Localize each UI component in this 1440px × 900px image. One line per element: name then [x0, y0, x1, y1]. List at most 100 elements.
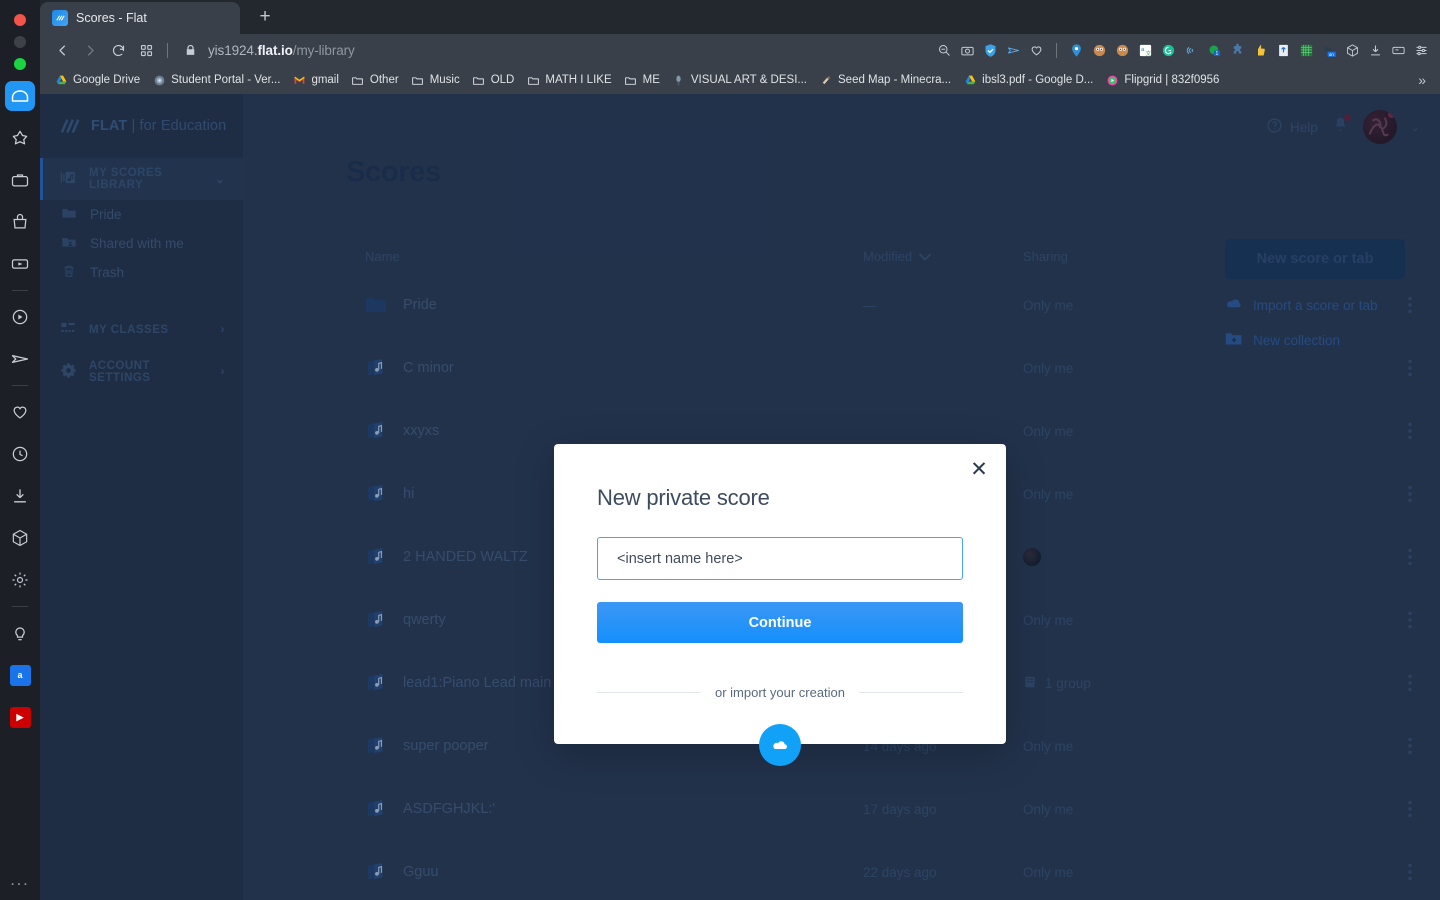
notifications-button[interactable] — [1332, 115, 1349, 139]
kebab-menu-icon[interactable] — [1380, 485, 1440, 503]
avatar-2-icon[interactable] — [1112, 40, 1133, 61]
column-header-name[interactable]: Name — [346, 249, 863, 264]
cube-icon[interactable] — [5, 523, 35, 553]
home-icon[interactable] — [5, 81, 35, 111]
send-icon[interactable] — [5, 344, 35, 374]
close-icon[interactable]: ✕ — [966, 456, 992, 482]
grammarly-icon[interactable] — [1158, 40, 1179, 61]
download-icon[interactable] — [5, 481, 35, 511]
briefcase-icon[interactable] — [5, 165, 35, 195]
sidebar-item-pride[interactable]: Pride — [40, 200, 243, 229]
cube-icon[interactable] — [1342, 40, 1363, 61]
back-button[interactable] — [48, 36, 76, 64]
bookmark-ibsl3-pdf[interactable]: ibsl3.pdf - Google D... — [957, 70, 1099, 90]
kebab-menu-icon[interactable] — [1380, 611, 1440, 629]
avatar-1-icon[interactable] — [1089, 40, 1110, 61]
kebab-menu-icon[interactable] — [1380, 737, 1440, 755]
row-name: C minor — [403, 360, 454, 376]
table-row[interactable]: Gguu22 days agoOnly me — [346, 840, 1440, 900]
bookmarks-overflow-button[interactable]: » — [1418, 72, 1432, 88]
chevron-right-icon[interactable]: › — [221, 366, 225, 378]
lightbulb-icon[interactable] — [5, 618, 35, 648]
sidebar-item-my-scores-library[interactable]: MY SCORES LIBRARY ⌄ — [40, 158, 243, 200]
folder-icon — [526, 73, 540, 87]
shield-icon[interactable] — [980, 40, 1001, 61]
sliders-icon[interactable] — [1411, 40, 1432, 61]
forward-button[interactable] — [76, 36, 104, 64]
bookmark-music[interactable]: Music — [405, 70, 466, 90]
row-sharing — [1023, 548, 1380, 566]
score-icon — [365, 862, 387, 882]
sidebar-item-shared-with-me[interactable]: Shared with me — [40, 229, 243, 258]
row-sharing-label: 1 group — [1045, 676, 1091, 691]
bookmark-flipgrid[interactable]: Flipgrid | 832f0956 — [1099, 70, 1225, 90]
tab-scores-flat[interactable]: Scores - Flat — [40, 2, 240, 34]
grid-icon[interactable] — [1296, 40, 1317, 61]
gear-icon[interactable] — [5, 565, 35, 595]
zoom-out-icon[interactable] — [934, 40, 955, 61]
thumbs-up-icon[interactable] — [1250, 40, 1271, 61]
location-pin-icon[interactable] — [1066, 40, 1087, 61]
heart-icon[interactable] — [1026, 40, 1047, 61]
bookmark-google-drive[interactable]: Google Drive — [48, 70, 146, 90]
table-row[interactable]: ASDFGHJKL:'17 days agoOnly me — [346, 777, 1440, 840]
address-bar[interactable]: yis1924.flat.io/my-library — [181, 36, 934, 64]
sidebar-item-my-classes[interactable]: MY CLASSES › — [40, 309, 243, 351]
window-close-button[interactable] — [14, 14, 26, 26]
window-maximize-button[interactable] — [14, 58, 26, 70]
video-icon[interactable] — [5, 249, 35, 279]
window-minimize-button[interactable] — [14, 36, 26, 48]
avatar[interactable] — [1363, 110, 1397, 144]
on-badge-icon[interactable]: on — [1319, 40, 1340, 61]
help-button[interactable]: Help — [1266, 117, 1318, 137]
new-tab-button[interactable]: + — [250, 2, 280, 32]
translate-app-icon[interactable]: a — [5, 660, 35, 690]
bookmark-gmail[interactable]: gmail — [286, 70, 344, 90]
send-icon[interactable] — [1003, 40, 1024, 61]
continue-button[interactable]: Continue — [597, 602, 963, 643]
score-name-input[interactable] — [597, 537, 963, 580]
sidebar-item-trash[interactable]: Trash — [40, 258, 243, 287]
dock-overflow[interactable]: ... — [10, 872, 29, 890]
door-icon[interactable] — [1273, 40, 1294, 61]
chevron-down-icon[interactable]: ⌄ — [1411, 121, 1420, 134]
camera-icon[interactable] — [957, 40, 978, 61]
star-icon[interactable] — [5, 123, 35, 153]
bookmark-seed-map[interactable]: Seed Map - Minecra... — [813, 70, 957, 90]
bookmark-other[interactable]: Other — [345, 70, 405, 90]
puzzle-icon[interactable] — [1227, 40, 1248, 61]
bookmark-student-portal[interactable]: Student Portal - Ver... — [146, 70, 286, 90]
clock-icon[interactable] — [5, 439, 35, 469]
kebab-menu-icon[interactable] — [1380, 359, 1440, 377]
chevron-down-icon[interactable]: ⌄ — [215, 172, 225, 186]
reload-button[interactable] — [104, 36, 132, 64]
kebab-menu-icon[interactable] — [1380, 863, 1440, 881]
play-circle-icon[interactable] — [5, 302, 35, 332]
bookmark-math-i-like[interactable]: MATH I LIKE — [520, 70, 617, 90]
kebab-menu-icon[interactable] — [1380, 422, 1440, 440]
bookmark-visual-art[interactable]: VISUAL ART & DESI... — [666, 70, 813, 90]
download-icon[interactable] — [1365, 40, 1386, 61]
bookmark-old[interactable]: OLD — [466, 70, 521, 90]
translate-icon[interactable]: a文 — [1135, 40, 1156, 61]
kebab-menu-icon[interactable] — [1380, 800, 1440, 818]
new-collection-action[interactable]: New collection — [1225, 331, 1405, 349]
notification-badge — [1344, 114, 1351, 121]
kebab-menu-icon[interactable] — [1380, 674, 1440, 692]
import-upload-button[interactable] — [759, 724, 801, 766]
bag-icon[interactable] — [5, 207, 35, 237]
badge-1-icon[interactable]: 1 — [1204, 40, 1225, 61]
heart-icon[interactable] — [5, 397, 35, 427]
card-icon[interactable] — [1388, 40, 1409, 61]
tab-grid-button[interactable] — [132, 36, 160, 64]
youtube-app-icon[interactable]: ▶ — [5, 702, 35, 732]
chevron-right-icon[interactable]: › — [221, 324, 225, 336]
bookmark-me[interactable]: ME — [618, 70, 666, 90]
column-header-modified[interactable]: Modified — [863, 249, 1023, 264]
sidebar-item-account-settings[interactable]: ACCOUNT SETTINGS › — [40, 351, 243, 393]
kebab-menu-icon[interactable] — [1380, 548, 1440, 566]
wifi-signal-icon[interactable] — [1181, 40, 1202, 61]
new-score-or-tab-button[interactable]: New score or tab — [1225, 239, 1405, 279]
brand-logo[interactable]: FLAT | for Education — [40, 94, 243, 136]
import-score-action[interactable]: Import a score or tab — [1225, 296, 1405, 314]
